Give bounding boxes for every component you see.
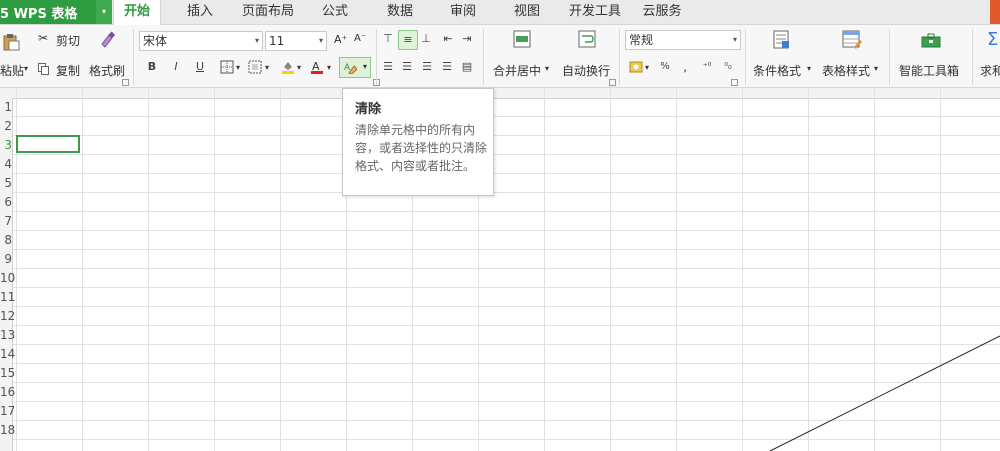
tooltip-title: 清除 [355,102,382,117]
clear-tooltip: 清除 清除单元格中的所有内容，或者选择性的只清除格式、内容或者批注。 [342,88,494,196]
annotation-line [769,335,1000,451]
tooltip-description: 清除单元格中的所有内容，或者选择性的只清除格式、内容或者批注。 [355,123,488,173]
